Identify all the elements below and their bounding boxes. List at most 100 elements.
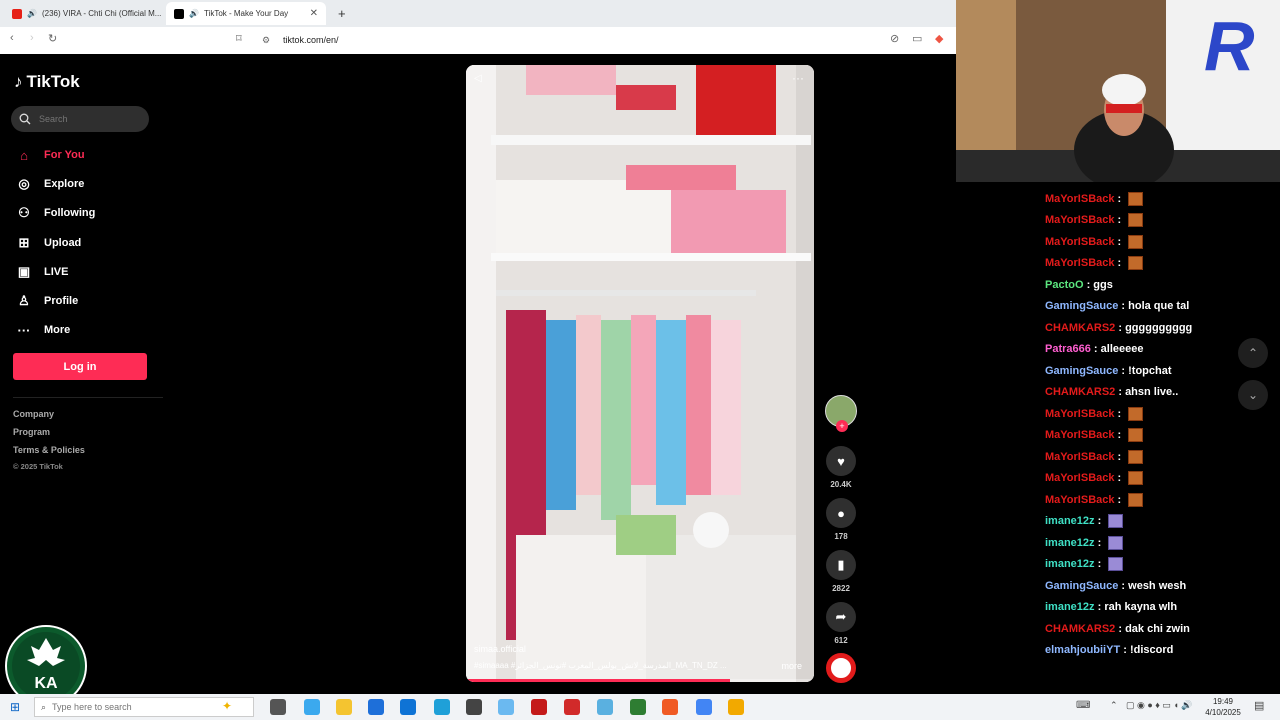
previous-video-button[interactable]: ⌃ (1238, 338, 1268, 368)
copilot-sparkle-icon[interactable]: ✦ (222, 699, 232, 713)
music-disc[interactable] (824, 653, 858, 683)
forward-icon[interactable]: › (30, 32, 34, 44)
music-disc-icon[interactable] (826, 653, 856, 683)
tab-strip: 🔊 (236) VIRA - Chti Chi (Official M... 🔊… (0, 0, 956, 27)
store-icon[interactable] (368, 699, 384, 715)
video-hashtags[interactable]: #simaaaa #المدرسة_لاتش_بولس_المغرب #تونس… (474, 661, 727, 670)
chat-username[interactable]: GamingSauce (1045, 300, 1118, 312)
app-icon[interactable] (597, 699, 613, 715)
chat-username[interactable]: imane12z (1045, 537, 1095, 549)
chat-username[interactable]: MaYorISBack (1045, 408, 1115, 420)
outlook-icon[interactable] (400, 699, 416, 715)
close-icon[interactable]: ✕ (310, 8, 318, 19)
volume-icon[interactable]: ◁ (474, 73, 482, 84)
chat-username[interactable]: elmahjoubiiYT (1045, 644, 1120, 656)
brave-icon[interactable] (662, 699, 678, 715)
taskbar-search-input[interactable] (52, 702, 203, 712)
chat-username[interactable]: CHAMKARS2 (1045, 623, 1115, 635)
copilot-icon[interactable] (304, 699, 320, 715)
tray-icons[interactable]: ▢ ◉ ● ♦ ▭ ◖ 🔊 (1126, 700, 1193, 711)
nav-more[interactable]: ··· More (16, 322, 71, 338)
chat-username[interactable]: MaYorISBack (1045, 193, 1115, 205)
chat-username[interactable]: imane12z (1045, 515, 1095, 527)
obs-icon[interactable] (466, 699, 482, 715)
chrome-canary-icon[interactable] (728, 699, 744, 715)
chat-message: CHAMKARS2 : dak chi zwin (1045, 618, 1275, 640)
reload-icon[interactable]: ↻ (48, 32, 57, 45)
task-view-icon[interactable] (270, 699, 286, 715)
site-info-icon[interactable]: ⚙ (262, 35, 270, 46)
taskbar-search[interactable]: ⌕ (34, 697, 254, 717)
chat-username[interactable]: GamingSauce (1045, 580, 1118, 592)
nav-for-you[interactable]: ⌂ For You (16, 147, 84, 163)
chat-username[interactable]: MaYorISBack (1045, 472, 1115, 484)
share-action[interactable]: ➦ 612 (824, 602, 858, 645)
chat-username[interactable]: CHAMKARS2 (1045, 386, 1115, 398)
nav-upload[interactable]: ⊞ Upload (16, 235, 82, 251)
chat-username[interactable]: imane12z (1045, 601, 1095, 613)
search-input[interactable] (39, 114, 139, 124)
edge-icon[interactable] (434, 699, 450, 715)
video-progress-bar[interactable] (466, 679, 814, 682)
cast-icon[interactable]: ▭ (912, 32, 922, 45)
chrome-icon[interactable] (696, 699, 712, 715)
video-player[interactable]: ◁ ··· simaa.official #simaaaa #المدرسة_ل… (466, 65, 814, 682)
chat-username[interactable]: MaYorISBack (1045, 429, 1115, 441)
footer-link-program[interactable]: Program (13, 427, 50, 437)
tiktok-logo[interactable]: ♪ TikTok (14, 72, 80, 92)
comment-icon[interactable]: ● (826, 498, 856, 528)
tab-tiktok[interactable]: 🔊 TikTok - Make Your Day ✕ (166, 2, 326, 25)
bookmark-icon[interactable]: ▮ (826, 550, 856, 580)
nav-following[interactable]: ⚇ Following (16, 205, 95, 221)
search-box[interactable] (11, 106, 149, 132)
next-video-button[interactable]: ⌄ (1238, 380, 1268, 410)
login-button[interactable]: Log in (13, 353, 147, 380)
app-icon[interactable] (498, 699, 514, 715)
tab-youtube[interactable]: 🔊 (236) VIRA - Chti Chi (Official M... (4, 2, 164, 25)
video-author[interactable]: simaa.official (474, 644, 526, 654)
chat-username[interactable]: CHAMKARS2 (1045, 322, 1115, 334)
follow-plus-icon[interactable]: + (836, 420, 848, 432)
chat-username[interactable]: PactoO (1045, 279, 1084, 291)
chat-separator: : (1118, 300, 1129, 313)
creator-avatar-action[interactable]: + (824, 395, 858, 432)
heart-icon[interactable]: ♥ (826, 446, 856, 476)
chat-username[interactable]: MaYorISBack (1045, 257, 1115, 269)
chat-username[interactable]: MaYorISBack (1045, 451, 1115, 463)
address-bar[interactable]: tiktok.com/en/ (283, 35, 339, 45)
windows-start-icon[interactable]: ⊞ (10, 700, 20, 714)
chat-username[interactable]: MaYorISBack (1045, 236, 1115, 248)
pdf-icon[interactable] (564, 699, 580, 715)
shield-icon[interactable]: ◆ (935, 32, 943, 45)
clock[interactable]: 19:49 4/10/2025 (1200, 696, 1246, 718)
file-explorer-icon[interactable] (336, 699, 352, 715)
nav-explore[interactable]: ◎ Explore (16, 176, 84, 192)
back-icon[interactable]: ‹ (10, 32, 14, 44)
chat-username[interactable]: MaYorISBack (1045, 214, 1115, 226)
chat-username[interactable]: MaYorISBack (1045, 494, 1115, 506)
chat-username[interactable]: imane12z (1045, 558, 1095, 570)
bookmark-icon[interactable]: ⌑ (236, 32, 242, 45)
chat-username[interactable]: GamingSauce (1045, 365, 1118, 377)
share-icon[interactable]: ➦ (826, 602, 856, 632)
tray-chevron-icon[interactable]: ⌃ (1110, 700, 1118, 711)
terminal-icon[interactable] (630, 699, 646, 715)
avatar[interactable]: + (825, 395, 857, 432)
save-action[interactable]: ▮ 2822 (824, 550, 858, 593)
nav-live[interactable]: ▣ LIVE (16, 264, 69, 280)
footer-link-company[interactable]: Company (13, 409, 54, 419)
comment-action[interactable]: ● 178 (824, 498, 858, 541)
keyboard-icon[interactable]: ⌨ (1076, 700, 1090, 711)
sidebar: ♪ TikTok ⌂ For You ◎ Explore ⚇ Following… (0, 54, 165, 694)
more-options-icon[interactable]: ··· (792, 71, 804, 85)
nav-profile[interactable]: ♙ Profile (16, 293, 78, 309)
notification-icon[interactable]: ▤ (1254, 699, 1264, 712)
like-action[interactable]: ♥ 20.4K (824, 446, 858, 489)
divider (13, 397, 163, 398)
new-tab-button[interactable]: + (330, 2, 352, 25)
footer-link-terms[interactable]: Terms & Policies (13, 445, 85, 455)
extension-icon[interactable]: ⊘ (890, 32, 899, 45)
more-link[interactable]: more (781, 661, 802, 671)
chat-username[interactable]: Patra666 (1045, 343, 1091, 355)
voicemeeter-icon[interactable] (531, 699, 547, 715)
